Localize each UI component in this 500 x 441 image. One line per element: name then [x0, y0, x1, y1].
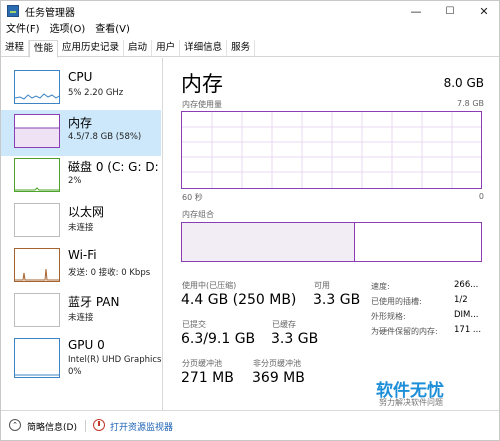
- cached-label: 已缓存: [272, 320, 296, 329]
- menu-options[interactable]: 选项(O): [45, 22, 91, 38]
- status-bar: ⌃ 简略信息(D) 打开资源监视器: [1, 410, 499, 440]
- ethernet-thumbnail-graph: [14, 203, 60, 237]
- committed-value: 6.3/9.1 GB: [181, 331, 256, 347]
- slots-used-label: 已使用的插槽:: [371, 297, 422, 306]
- tab-performance[interactable]: 性能: [29, 40, 59, 58]
- sidebar-item-gpu[interactable]: GPU 0 Intel(R) UHD Graphics 0%: [1, 334, 161, 390]
- form-factor-value: DIM...: [454, 310, 479, 320]
- tab-services[interactable]: 服务: [227, 40, 256, 56]
- minimize-button[interactable]: —: [399, 1, 433, 21]
- status-divider: [85, 420, 86, 432]
- title-bar: 任务管理器 — ☐ ✕: [1, 1, 499, 21]
- wifi-thumbnail-graph: [14, 248, 60, 282]
- form-factor-label: 外形规格:: [371, 312, 406, 321]
- page-title: 内存: [181, 72, 223, 96]
- sidebar-item-label: Wi-Fi: [68, 248, 97, 262]
- bluetooth-thumbnail-graph: [14, 293, 60, 327]
- menu-file[interactable]: 文件(F): [1, 22, 45, 38]
- sidebar-item-ethernet[interactable]: 以太网 未连接: [1, 199, 161, 245]
- paged-pool-value: 271 MB: [181, 370, 234, 386]
- sidebar-item-detail-2: 0%: [68, 367, 82, 377]
- sidebar-item-detail: Intel(R) UHD Graphics: [68, 355, 162, 365]
- tab-bar: 进程 性能 应用历史记录 启动 用户 详细信息 服务: [1, 40, 499, 58]
- available-value: 3.3 GB: [313, 292, 361, 308]
- memory-composition-bar: [181, 222, 482, 262]
- memory-thumbnail-graph: [14, 114, 60, 148]
- watermark-subtitle: 努力解决软件问题: [379, 398, 443, 407]
- composition-in-use-segment: [182, 223, 356, 261]
- resource-monitor-icon[interactable]: [93, 419, 105, 431]
- available-label: 可用: [314, 281, 330, 290]
- menu-view[interactable]: 查看(V): [90, 22, 135, 38]
- time-axis-end: 0: [478, 192, 484, 201]
- speed-value: 266...: [454, 280, 479, 290]
- sidebar-item-label: 内存: [68, 116, 93, 130]
- sidebar-item-detail: 发送: 0 接收: 0 Kbps: [68, 268, 151, 278]
- tab-app-history[interactable]: 应用历史记录: [58, 40, 125, 56]
- usage-graph-label: 内存使用量: [182, 100, 222, 109]
- slots-used-value: 1/2: [454, 295, 468, 305]
- memory-usage-graph: [181, 111, 482, 189]
- maximize-button[interactable]: ☐: [433, 1, 467, 21]
- usage-graph-max: 7.8 GB: [457, 99, 484, 108]
- hardware-reserved-label: 为硬件保留的内存:: [371, 327, 438, 336]
- performance-sidebar: CPU 5% 2.20 GHz 内存 4.5/7.8 GB (58%) 磁盘 0…: [1, 58, 163, 410]
- tab-processes[interactable]: 进程: [1, 40, 30, 56]
- sidebar-item-label: 磁盘 0 (C: G: D: E: [68, 160, 163, 174]
- cached-value: 3.3 GB: [271, 331, 319, 347]
- sidebar-item-cpu[interactable]: CPU 5% 2.20 GHz: [1, 66, 161, 112]
- disk-thumbnail-graph: [14, 158, 60, 192]
- total-memory: 8.0 GB: [443, 76, 484, 90]
- nonpaged-pool-label: 非分页缓冲池: [253, 359, 301, 368]
- sidebar-item-label: 蓝牙 PAN: [68, 295, 120, 309]
- time-axis-start: 60 秒: [182, 193, 203, 202]
- in-use-value: 4.4 GB (250 MB): [181, 292, 297, 308]
- speed-label: 速度:: [371, 282, 390, 291]
- chevron-up-icon[interactable]: ⌃: [9, 419, 21, 431]
- paged-pool-label: 分页缓冲池: [182, 359, 222, 368]
- cpu-thumbnail-graph: [14, 70, 60, 104]
- sidebar-item-detail: 5% 2.20 GHz: [68, 88, 124, 98]
- gpu-thumbnail-graph: [14, 338, 60, 378]
- composition-label: 内存组合: [182, 210, 214, 219]
- memory-detail-panel: 内存 8.0 GB 内存使用量 7.8 GB 60 秒 0 内存组合 使用中(已…: [164, 58, 499, 410]
- menu-bar: 文件(F) 选项(O) 查看(V): [1, 22, 135, 38]
- tab-startup[interactable]: 启动: [124, 40, 153, 56]
- close-button[interactable]: ✕: [467, 1, 499, 21]
- task-manager-app-icon: [7, 5, 19, 17]
- sidebar-item-bluetooth-pan[interactable]: 蓝牙 PAN 未连接: [1, 289, 161, 335]
- hardware-reserved-value: 171 ...: [454, 325, 482, 335]
- window-title: 任务管理器: [25, 7, 75, 19]
- sidebar-item-label: 以太网: [68, 205, 105, 219]
- sidebar-item-wifi[interactable]: Wi-Fi 发送: 0 接收: 0 Kbps: [1, 244, 161, 290]
- sidebar-item-detail: 未连接: [68, 313, 94, 323]
- open-resource-monitor-link[interactable]: 打开资源监视器: [110, 420, 173, 433]
- brief-info-link[interactable]: 简略信息(D): [27, 420, 77, 433]
- sidebar-item-detail: 4.5/7.8 GB (58%): [68, 132, 142, 142]
- task-manager-window: 任务管理器 — ☐ ✕ 文件(F) 选项(O) 查看(V) 进程 性能 应用历史…: [0, 0, 500, 441]
- sidebar-item-detail: 2%: [68, 176, 82, 186]
- sidebar-item-label: CPU: [68, 70, 93, 84]
- nonpaged-pool-value: 369 MB: [252, 370, 305, 386]
- sidebar-item-disk[interactable]: 磁盘 0 (C: G: D: E 2%: [1, 154, 163, 200]
- tab-users[interactable]: 用户: [152, 40, 181, 56]
- in-use-label: 使用中(已压缩): [182, 281, 237, 290]
- sidebar-item-memory[interactable]: 内存 4.5/7.8 GB (58%): [1, 110, 161, 156]
- tab-details[interactable]: 详细信息: [180, 40, 228, 56]
- sidebar-item-detail: 未连接: [68, 223, 94, 233]
- sidebar-item-label: GPU 0: [68, 338, 105, 352]
- committed-label: 已提交: [182, 320, 206, 329]
